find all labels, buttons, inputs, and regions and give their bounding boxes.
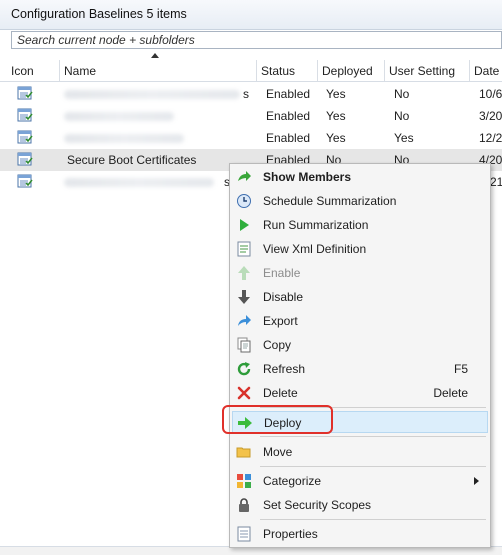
date-cell: 12/2 (479, 131, 502, 145)
properties-icon (237, 526, 251, 542)
redacted-name (64, 90, 240, 99)
user-setting-cell: No (394, 109, 410, 123)
date-cell: 3/20 (479, 109, 502, 123)
configuration-baseline-icon (17, 108, 33, 122)
column-header-icon[interactable]: Icon (7, 60, 60, 81)
export-arrow-icon (238, 315, 251, 326)
shortcut-label: F5 (453, 362, 468, 376)
column-header-deployed[interactable]: Deployed (318, 60, 385, 81)
title-bar: Configuration Baselines 5 items (0, 0, 502, 30)
user-setting-cell: Yes (394, 131, 414, 145)
name-suffix: s (243, 87, 249, 101)
menu-item-properties[interactable]: Properties (232, 523, 488, 545)
date-cell: 10/6 (479, 87, 502, 101)
configuration-baseline-icon (17, 86, 33, 100)
refresh-icon (237, 362, 251, 376)
menu-separator (260, 519, 486, 520)
deployed-cell: Yes (326, 109, 346, 123)
status-cell: Enabled (266, 87, 311, 101)
menu-item-set-security-scopes[interactable]: Set Security Scopes (232, 494, 488, 516)
clock-icon (237, 194, 251, 208)
column-header-date[interactable]: Date (470, 60, 502, 81)
configuration-baseline-icon (17, 174, 33, 188)
menu-separator (260, 466, 486, 467)
configuration-baseline-icon (17, 130, 33, 144)
shortcut-label: Delete (433, 386, 468, 400)
deploy-highlight-annotation (222, 405, 333, 434)
categorize-icon (237, 474, 251, 488)
configuration-baseline-icon (17, 152, 33, 166)
column-header-status[interactable]: Status (257, 60, 318, 81)
window-title: Configuration Baselines 5 items (11, 7, 187, 21)
name-cell: Secure Boot Certificates (67, 153, 197, 167)
menu-item-schedule-summarization[interactable]: Schedule Summarization (232, 190, 488, 212)
deployed-cell: Yes (326, 131, 346, 145)
folder-icon (236, 447, 251, 458)
play-icon (240, 219, 249, 231)
menu-item-move[interactable]: Move (232, 441, 488, 463)
redacted-name (64, 134, 184, 143)
menu-item-show-members[interactable]: Show Members (232, 166, 488, 188)
menu-item-view-xml-definition[interactable]: View Xml Definition (232, 238, 488, 260)
table-row[interactable]: s Enabled Yes No 10/6 (0, 83, 502, 105)
redacted-name (64, 112, 174, 121)
table-row[interactable]: Enabled Yes Yes 12/2 (0, 127, 502, 149)
menu-item-export[interactable]: Export (232, 310, 488, 332)
lock-icon (239, 498, 249, 512)
submenu-arrow-icon (474, 477, 479, 485)
menu-item-refresh[interactable]: Refresh F5 (232, 358, 488, 380)
menu-item-categorize[interactable]: Categorize (232, 470, 488, 492)
sort-ascending-icon (151, 53, 159, 58)
search-input[interactable] (12, 32, 501, 48)
status-cell: Enabled (266, 131, 311, 145)
menu-item-enable[interactable]: Enable (232, 262, 488, 284)
column-header-user-setting[interactable]: User Setting (385, 60, 470, 81)
delete-x-icon (237, 386, 251, 400)
deployed-cell: Yes (326, 87, 346, 101)
green-arrow-icon (238, 171, 251, 181)
up-arrow-icon (238, 266, 250, 280)
menu-item-delete[interactable]: Delete Delete (232, 382, 488, 404)
status-cell: Enabled (266, 109, 311, 123)
down-arrow-icon (238, 290, 250, 304)
user-setting-cell: No (394, 87, 410, 101)
column-header-row: Icon Name Status Deployed User Setting D… (0, 60, 502, 82)
menu-separator (260, 436, 486, 437)
search-box[interactable] (11, 31, 502, 49)
copy-icon (237, 337, 251, 353)
menu-item-run-summarization[interactable]: Run Summarization (232, 214, 488, 236)
menu-item-disable[interactable]: Disable (232, 286, 488, 308)
xml-document-icon (237, 241, 251, 257)
table-row[interactable]: Enabled Yes No 3/20 (0, 105, 502, 127)
context-menu: Show Members Schedule Summarization Run … (229, 163, 491, 548)
redacted-name (64, 178, 214, 187)
column-header-name[interactable]: Name (60, 60, 257, 81)
menu-item-copy[interactable]: Copy (232, 334, 488, 356)
